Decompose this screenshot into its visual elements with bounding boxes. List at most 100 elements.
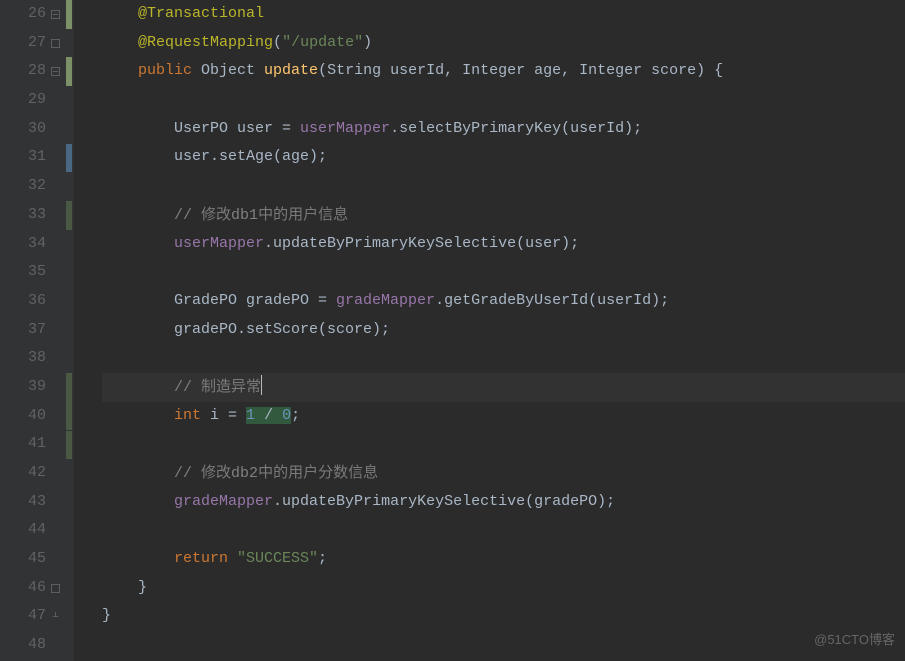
code-token [102,235,174,252]
code-token: return [174,550,237,567]
code-line[interactable]: gradeMapper.updateByPrimaryKeySelective(… [102,488,905,517]
code-token: public [138,62,192,79]
change-marker [66,201,72,230]
line-number[interactable]: 43 [0,488,46,517]
code-line[interactable]: public Object update(String userId, Inte… [102,57,905,86]
code-token: 中的用户分数信息 [258,464,378,481]
code-token: ) [363,34,372,51]
code-token [102,34,138,51]
change-marker [66,431,72,460]
code-line[interactable]: return "SUCCESS"; [102,545,905,574]
line-number[interactable]: 29 [0,86,46,115]
line-number[interactable]: 31 [0,143,46,172]
code-line[interactable] [102,258,905,287]
code-token: db2 [231,465,258,482]
fold-icon[interactable] [50,67,60,77]
code-line[interactable]: @RequestMapping("/update") [102,29,905,58]
code-line[interactable] [102,344,905,373]
line-number[interactable]: 35 [0,258,46,287]
code-line[interactable]: UserPO user = userMapper.selectByPrimary… [102,115,905,144]
change-marker [66,373,72,402]
fold-icon[interactable] [50,612,60,622]
code-line[interactable] [102,172,905,201]
code-token: 制造异常 [201,378,261,395]
line-number[interactable]: 27 [0,29,46,58]
marker-column [64,0,74,661]
fold-icon[interactable] [50,583,60,593]
line-number-gutter[interactable]: 26272829303132333435363738394041424344▶4… [0,0,64,661]
line-number[interactable]: 41 [0,430,46,459]
code-line[interactable]: // 修改db1中的用户信息 [102,201,905,230]
code-line[interactable] [102,631,905,660]
code-token [102,62,138,79]
code-line[interactable]: GradePO gradePO = gradeMapper.getGradeBy… [102,287,905,316]
line-number[interactable]: 46 [0,574,46,603]
code-content-area[interactable]: @Transactional @RequestMapping("/update"… [74,0,905,661]
code-token: userMapper [174,235,264,252]
code-line[interactable]: user.setAge(age); [102,143,905,172]
code-line[interactable] [102,86,905,115]
code-line[interactable]: int i = 1 / 0; [102,402,905,431]
change-marker [66,402,72,431]
line-number[interactable]: 32 [0,172,46,201]
line-number[interactable]: 38 [0,344,46,373]
code-token [102,407,174,424]
line-number[interactable]: 33 [0,201,46,230]
watermark: @51CTO博客 [814,626,895,655]
code-token [102,465,174,482]
code-token: .updateByPrimaryKeySelective(user); [264,235,579,252]
code-line[interactable] [102,516,905,545]
code-token: int [174,407,201,424]
line-number[interactable]: 48 [0,631,46,660]
code-token [102,493,174,510]
line-number[interactable]: 36 [0,287,46,316]
code-token [102,5,138,22]
line-number[interactable]: 30 [0,115,46,144]
line-number[interactable]: 26 [0,0,46,29]
code-line[interactable]: @Transactional [102,0,905,29]
code-token: // [174,379,201,396]
code-token: "/update" [282,34,363,51]
code-token: 1 [246,407,255,424]
line-number[interactable]: 42 [0,459,46,488]
code-line[interactable]: // 修改db2中的用户分数信息 [102,459,905,488]
line-number[interactable]: 45 [0,545,46,574]
line-number[interactable]: 47 [0,602,46,631]
code-token: 修改 [201,464,231,481]
code-token: / [255,407,282,424]
line-number[interactable]: 40 [0,402,46,431]
line-number[interactable]: 44▶ [0,516,46,545]
code-token: db1 [231,207,258,224]
code-token: userMapper [300,120,390,137]
line-number[interactable]: 37 [0,316,46,345]
code-line[interactable]: // 制造异常 [102,373,905,402]
fold-icon[interactable] [50,38,60,48]
code-token: gradePO.setScore(score); [102,321,390,338]
code-token [102,207,174,224]
code-line[interactable]: } [102,574,905,603]
code-token: .selectByPrimaryKey(userId); [390,120,642,137]
code-line[interactable] [102,430,905,459]
fold-icon[interactable] [50,9,60,19]
code-token: "SUCCESS" [237,550,318,567]
change-marker [66,57,72,86]
code-token: Object [192,62,264,79]
code-token: gradeMapper [174,493,273,510]
code-token: i = [201,407,246,424]
code-token: @RequestMapping [138,34,273,51]
code-token: ; [291,407,300,424]
code-token: user.setAge(age); [102,148,327,165]
code-token [102,550,174,567]
code-line[interactable]: } [102,602,905,631]
code-token: // [174,465,201,482]
code-line[interactable]: gradePO.setScore(score); [102,316,905,345]
code-token: 修改 [201,206,231,223]
line-number[interactable]: 28 [0,57,46,86]
code-token: UserPO user = [102,120,300,137]
code-token: // [174,207,201,224]
code-token: GradePO gradePO = [102,292,336,309]
line-number[interactable]: 39 [0,373,46,402]
code-editor[interactable]: 26272829303132333435363738394041424344▶4… [0,0,905,661]
line-number[interactable]: 34 [0,230,46,259]
code-line[interactable]: userMapper.updateByPrimaryKeySelective(u… [102,230,905,259]
